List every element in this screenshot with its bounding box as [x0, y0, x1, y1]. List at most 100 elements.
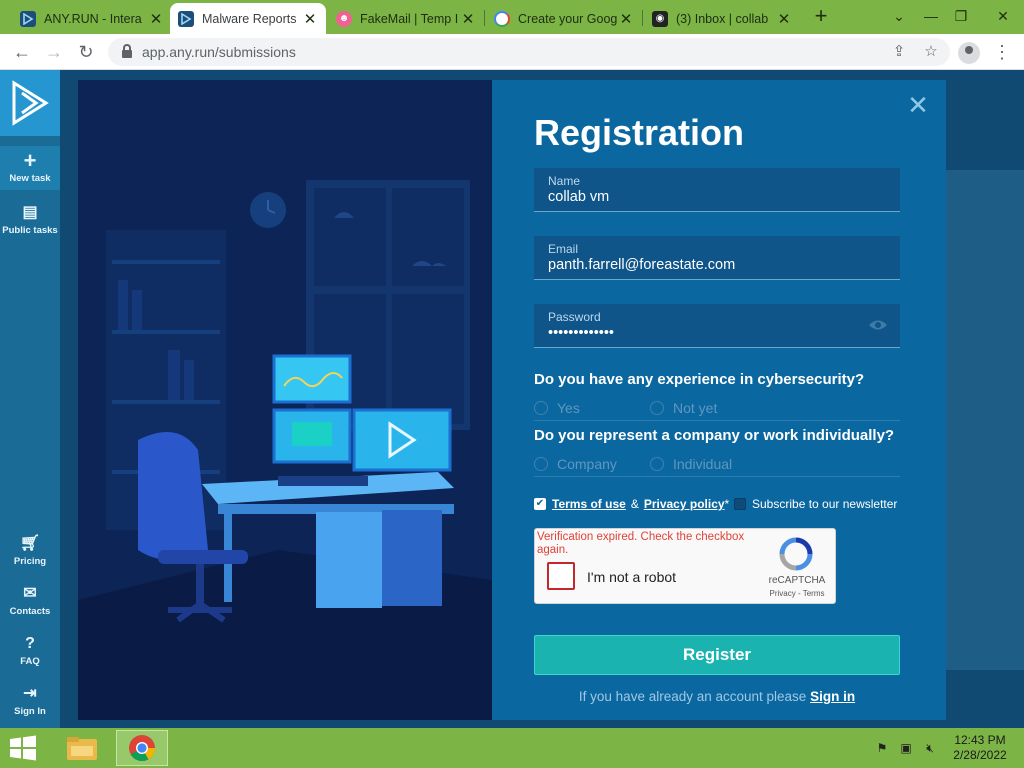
radio-label: Yes [557, 400, 580, 416]
password-field-label: Password [548, 310, 601, 324]
tab-separator [484, 10, 485, 26]
windows-taskbar: ⚑ ▣ 🔇︎ 12:43 PM 2/28/2022 [0, 728, 1024, 768]
browser-tab-strip: ANY.RUN - Intera ✕ Malware Reports ✕ ☻ F… [0, 0, 1024, 34]
email-field[interactable]: Email panth.farrell@foreastate.com [534, 236, 900, 280]
registration-form: ✕ Registration Name collab vm Email pant… [492, 80, 946, 720]
sign-in-icon: ⇥ [23, 685, 37, 702]
recaptcha-label: I'm not a robot [587, 569, 677, 585]
document-icon: ▤ [22, 204, 38, 221]
tab-malware-reports[interactable]: Malware Reports ✕ [170, 3, 326, 34]
email-field-value[interactable]: panth.farrell@foreastate.com [548, 257, 886, 273]
divider [534, 420, 900, 421]
terms-of-use-link[interactable]: Terms of use [552, 497, 626, 511]
newsletter-label[interactable]: Subscribe to our newsletter [752, 497, 897, 511]
sidebar-item-label: Public tasks [2, 225, 58, 236]
clock-date: 2/28/2022 [953, 748, 1007, 762]
browser-toolbar: ← → ↻ app.any.run/submissions ⇪ ☆ ⋮ [0, 34, 1024, 70]
password-field-value[interactable]: ••••••••••••• [548, 325, 886, 341]
name-field-value[interactable]: collab vm [548, 189, 886, 205]
tab-search-chevron-icon[interactable]: ⌄ [884, 4, 914, 28]
lock-icon[interactable] [122, 44, 132, 58]
signin-line: If you have already an account please Si… [534, 689, 900, 704]
anyrun-logo[interactable] [0, 70, 60, 136]
newsletter-checkbox[interactable] [734, 498, 746, 510]
chrome-taskbar-button[interactable] [116, 730, 168, 766]
reload-icon[interactable]: ↻ [74, 40, 98, 64]
share-icon[interactable]: ⇪ [888, 41, 910, 63]
tab-title: (3) Inbox | collab [676, 11, 769, 26]
name-field[interactable]: Name collab vm [534, 168, 900, 212]
restore-button[interactable]: ❐ [946, 4, 976, 28]
sidebar-item-pricing[interactable]: 🛒︎ Pricing [0, 535, 60, 567]
sidebar-item-label: Contacts [9, 606, 51, 617]
close-icon[interactable]: ✕ [148, 10, 164, 28]
url-text[interactable]: app.any.run/submissions [142, 44, 296, 60]
sidebar-item-sign-in[interactable]: ⇥ Sign In [0, 685, 60, 717]
radio-circle-icon[interactable] [650, 457, 664, 471]
tab-separator [642, 10, 643, 26]
close-icon[interactable]: ✕ [906, 92, 930, 118]
sidebar-item-label: Sign In [14, 706, 46, 717]
forward-arrow-icon[interactable]: → [42, 40, 66, 64]
address-bar[interactable]: app.any.run/submissions ⇪ ☆ [108, 38, 950, 66]
tab-title: Create your Goog [518, 11, 618, 26]
windows-start-icon[interactable] [6, 734, 40, 762]
profile-avatar-icon[interactable] [958, 42, 980, 64]
sidebar-item-faq[interactable]: ? FAQ [0, 635, 60, 667]
fakemail-icon: ☻ [336, 10, 352, 27]
sidebar-item-public-tasks[interactable]: ▤ Public tasks [0, 204, 60, 236]
menu-kebab-icon[interactable]: ⋮ [992, 40, 1012, 64]
radio-not-yet[interactable]: Not yet [650, 400, 717, 416]
tab-inbox[interactable]: ◉ (3) Inbox | collab ✕ [644, 3, 800, 34]
radio-individual[interactable]: Individual [650, 456, 732, 472]
recaptcha-checkbox[interactable] [547, 562, 575, 590]
window-close-button[interactable]: ✕ [988, 4, 1018, 28]
sidebar-item-label: New task [9, 173, 51, 184]
speaker-muted-icon[interactable]: 🔇︎ [922, 740, 938, 756]
close-icon[interactable]: ✕ [302, 10, 318, 28]
tab-google[interactable]: Create your Goog ✕ [486, 3, 642, 34]
sign-in-link[interactable]: Sign in [810, 689, 855, 704]
sidebar: + New task ▤ Public tasks 🛒︎ Pricing ✉ C… [0, 70, 60, 728]
newsletter-row: Subscribe to our newsletter [734, 497, 897, 511]
close-icon[interactable]: ✕ [776, 10, 792, 28]
cart-icon: 🛒︎ [19, 535, 41, 552]
close-icon[interactable]: ✕ [460, 10, 476, 28]
background-content [946, 170, 1024, 670]
bookmark-star-icon[interactable]: ☆ [920, 41, 942, 63]
terms-row: ✔ Terms of use & Privacy policy * [534, 497, 729, 511]
tab-anyrun[interactable]: ANY.RUN - Intera ✕ [12, 3, 172, 34]
register-button[interactable]: Register [534, 635, 900, 675]
radio-circle-icon[interactable] [534, 401, 548, 415]
file-explorer-button[interactable] [56, 730, 108, 766]
eye-icon[interactable] [868, 318, 888, 332]
close-icon[interactable]: ✕ [618, 10, 634, 28]
signin-prompt: If you have already an account please [578, 689, 807, 704]
new-tab-button[interactable]: + [810, 5, 832, 28]
tab-title: Malware Reports [202, 11, 297, 26]
terms-checkbox[interactable]: ✔ [534, 498, 546, 510]
mail-icon: ✉ [23, 585, 37, 602]
sidebar-item-contacts[interactable]: ✉ Contacts [0, 585, 60, 617]
radio-company[interactable]: Company [534, 456, 617, 472]
tab-fakemail[interactable]: ☻ FakeMail | Temp I ✕ [328, 3, 484, 34]
recaptcha-links[interactable]: Privacy - Terms [761, 589, 833, 598]
page-title: Registration [534, 112, 745, 153]
radio-label: Company [557, 456, 617, 472]
password-field[interactable]: Password ••••••••••••• [534, 304, 900, 348]
system-clock[interactable]: 12:43 PM 2/28/2022 [940, 733, 1020, 763]
recaptcha-brand: reCAPTCHA [768, 575, 826, 586]
divider [534, 476, 900, 477]
radio-circle-icon[interactable] [650, 401, 664, 415]
radio-circle-icon[interactable] [534, 457, 548, 471]
flag-icon[interactable]: ⚑ [874, 740, 890, 756]
radio-yes[interactable]: Yes [534, 400, 580, 416]
minimize-button[interactable]: — [916, 4, 946, 28]
network-icon[interactable]: ▣ [898, 740, 914, 756]
radio-label: Not yet [673, 400, 718, 416]
back-arrow-icon[interactable]: ← [10, 40, 34, 64]
sidebar-item-new-task[interactable]: + New task [0, 146, 60, 190]
privacy-policy-link[interactable]: Privacy policy [644, 497, 725, 511]
sidebar-item-label: Pricing [13, 556, 47, 567]
google-icon [494, 10, 510, 27]
